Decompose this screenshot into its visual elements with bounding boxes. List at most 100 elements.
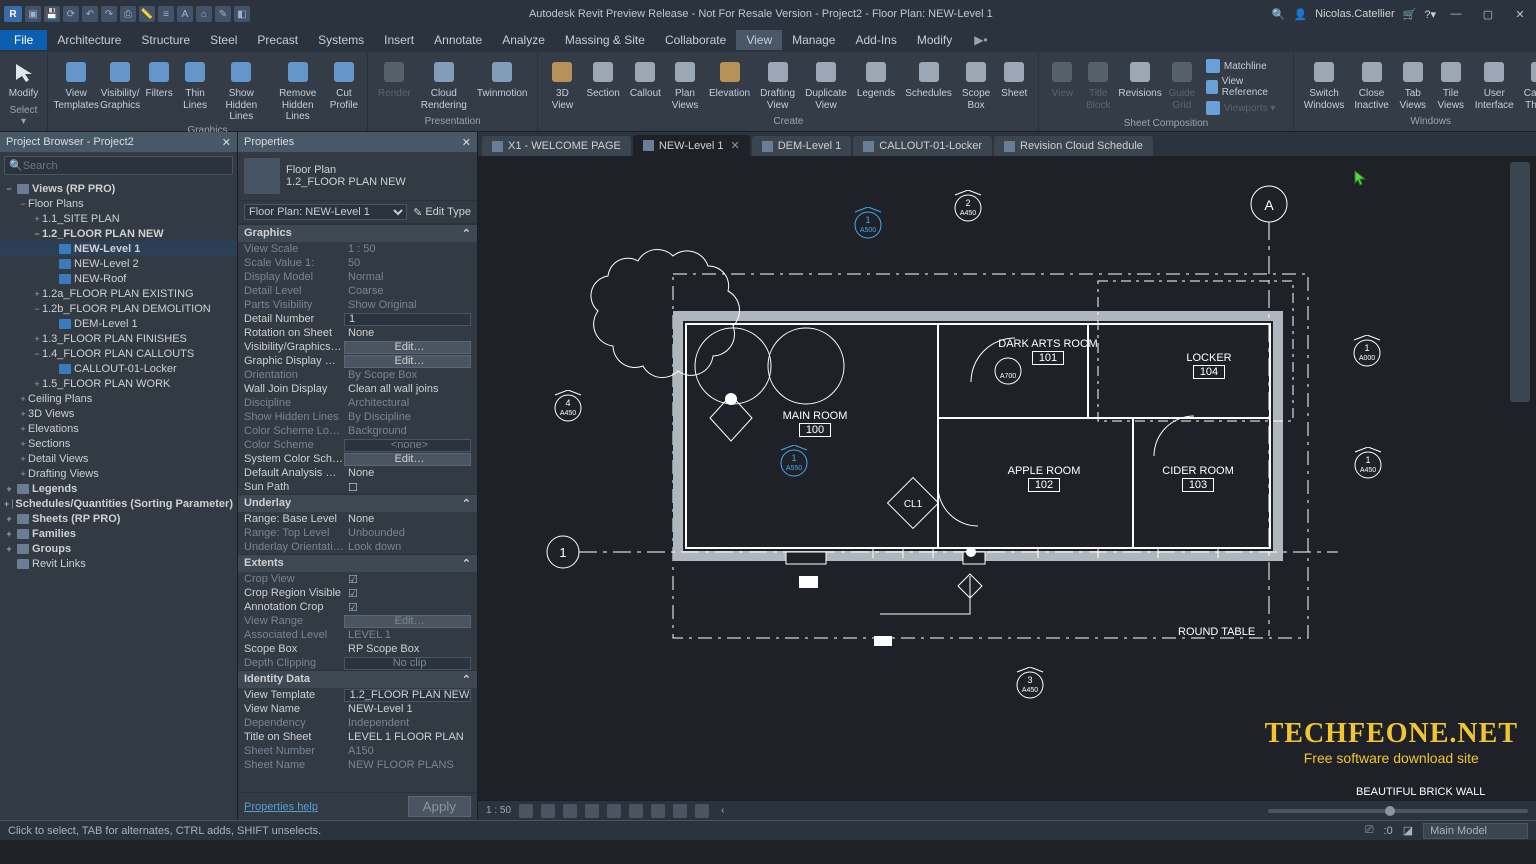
section-head[interactable]: 1A450	[1350, 447, 1386, 483]
property-row[interactable]: Title on SheetLEVEL 1 FLOOR PLAN	[238, 730, 477, 744]
legends-button[interactable]: Legends	[853, 56, 899, 102]
doc-tab[interactable]: NEW-Level 1✕	[633, 135, 750, 156]
visibility-button[interactable]: Visibility/Graphics	[100, 56, 140, 113]
d-button[interactable]: 3DView	[544, 56, 580, 113]
scope-button[interactable]: ScopeBox	[958, 56, 994, 113]
tree-item[interactable]: NEW-Level 2	[0, 256, 237, 271]
property-row[interactable]: DependencyIndependent	[238, 716, 477, 730]
property-row[interactable]: DisciplineArchitectural	[238, 396, 477, 410]
tab-collaborate[interactable]: Collaborate	[655, 30, 736, 50]
revisions-button[interactable]: Revisions	[1117, 56, 1163, 102]
close-button[interactable]: ✕	[1508, 4, 1532, 24]
property-row[interactable]: View Template1.2_FLOOR PLAN NEW	[238, 688, 477, 702]
qat-undo-icon[interactable]: ↶	[82, 6, 98, 22]
search-icon[interactable]: 🔍	[1272, 8, 1286, 21]
prop-section-header[interactable]: Underlay⌃	[238, 494, 477, 512]
search-input[interactable]	[23, 160, 228, 172]
tree-item[interactable]: +Sections	[0, 436, 237, 451]
property-row[interactable]: System Color SchemesEdit…	[238, 452, 477, 466]
help-icon[interactable]: ?▾	[1424, 8, 1436, 21]
crop-visible-icon[interactable]	[629, 804, 643, 818]
user-name[interactable]: Nicolas.Catellier	[1315, 8, 1394, 20]
reveal-icon[interactable]	[695, 804, 709, 818]
instance-select[interactable]: Floor Plan: NEW-Level 1	[244, 204, 407, 220]
section-head[interactable]: 2A450	[950, 190, 986, 226]
tree-item[interactable]: DEM-Level 1	[0, 316, 237, 331]
view-scale[interactable]: 1 : 50	[486, 805, 511, 816]
drawing-canvas[interactable]: 1 A CL1	[478, 156, 1536, 800]
close-icon[interactable]: ✕	[222, 136, 231, 149]
qat-home-icon[interactable]: ⌂	[196, 6, 212, 22]
cart-icon[interactable]: 🛒	[1403, 8, 1417, 21]
plan-button[interactable]: PlanViews	[667, 56, 703, 113]
edit-type-button[interactable]: ✎Edit Type	[413, 206, 471, 219]
tab-analyze[interactable]: Analyze	[492, 30, 555, 50]
user-icon[interactable]: 👤	[1293, 8, 1307, 21]
matchline-button[interactable]: Matchline	[1203, 58, 1285, 74]
property-row[interactable]: Parts VisibilityShow Original	[238, 298, 477, 312]
tab-systems[interactable]: Systems	[308, 30, 374, 50]
property-row[interactable]: Scale Value 1:50	[238, 256, 477, 270]
tab-insert[interactable]: Insert	[374, 30, 424, 50]
qat-save-icon[interactable]: 💾	[44, 6, 60, 22]
qat-text-icon[interactable]: A	[177, 6, 193, 22]
close-icon[interactable]: ✕	[462, 136, 471, 149]
thin-button[interactable]: ThinLines	[178, 56, 212, 113]
tab-architecture[interactable]: Architecture	[47, 30, 131, 50]
qat-measure-icon[interactable]: 📏	[139, 6, 155, 22]
minimize-button[interactable]: —	[1444, 4, 1468, 24]
show-button[interactable]: ShowHidden Lines	[214, 56, 268, 125]
file-tab[interactable]: File	[0, 30, 47, 50]
property-row[interactable]: View NameNEW-Level 1	[238, 702, 477, 716]
property-row[interactable]: Sheet NumberA150	[238, 744, 477, 758]
tree-item[interactable]: −1.2b_FLOOR PLAN DEMOLITION	[0, 301, 237, 316]
property-row[interactable]: Graphic Display OptionsEdit…	[238, 354, 477, 368]
property-row[interactable]: Scope BoxRP Scope Box	[238, 642, 477, 656]
close-icon[interactable]: ✕	[730, 139, 739, 152]
property-row[interactable]: Annotation Crop	[238, 600, 477, 614]
worksets-icon[interactable]: ⎚	[1365, 824, 1374, 837]
properties-body[interactable]: Graphics⌃View Scale1 : 50Scale Value 1:5…	[238, 224, 477, 792]
detail-level-icon[interactable]	[519, 804, 533, 818]
shadows-icon[interactable]	[585, 804, 599, 818]
section-head[interactable]: A700	[990, 353, 1026, 389]
close-button[interactable]: CloseInactive	[1350, 56, 1392, 113]
property-row[interactable]: OrientationBy Scope Box	[238, 368, 477, 382]
doc-tab[interactable]: DEM-Level 1	[752, 136, 852, 156]
editable-only-icon[interactable]: ◪	[1403, 824, 1413, 837]
tree-item[interactable]: +Drafting Views	[0, 466, 237, 481]
viewreference-button[interactable]: View Reference	[1203, 75, 1285, 99]
tree-item[interactable]: CALLOUT-01-Locker	[0, 361, 237, 376]
project-browser-header[interactable]: Project Browser - Project2✕	[0, 132, 237, 152]
qat-keynote-icon[interactable]: ✎	[215, 6, 231, 22]
schedules-button[interactable]: Schedules	[901, 56, 956, 102]
design-options-icon[interactable]: :0	[1384, 825, 1393, 837]
qat-open-icon[interactable]: ▣	[25, 6, 41, 22]
tree-item[interactable]: −Views (RP PRO)	[0, 181, 237, 196]
maximize-button[interactable]: ▢	[1476, 4, 1500, 24]
property-row[interactable]: Crop Region Visible	[238, 586, 477, 600]
property-row[interactable]: Default Analysis Displa…None	[238, 466, 477, 480]
property-row[interactable]: Visibility/Graphics Ove…Edit…	[238, 340, 477, 354]
property-row[interactable]: Detail LevelCoarse	[238, 284, 477, 298]
tree-item[interactable]: +Elevations	[0, 421, 237, 436]
cut-button[interactable]: CutProfile	[327, 56, 361, 113]
section-head[interactable]: 1A500	[850, 207, 886, 243]
tab-precast[interactable]: Precast	[247, 30, 308, 50]
property-row[interactable]: Sun Path☐	[238, 480, 477, 494]
doc-tab[interactable]: CALLOUT-01-Locker	[853, 136, 992, 156]
tree-item[interactable]: +1.1_SITE PLAN	[0, 211, 237, 226]
view-button[interactable]: ViewTemplates	[54, 56, 98, 113]
navigation-bar[interactable]	[1510, 162, 1530, 402]
modify-button[interactable]: Modify	[6, 56, 41, 102]
qat-3d-icon[interactable]: ◧	[234, 6, 250, 22]
tree-item[interactable]: +3D Views	[0, 406, 237, 421]
properties-help-link[interactable]: Properties help	[244, 801, 318, 813]
lock-icon[interactable]	[651, 804, 665, 818]
tab-steel[interactable]: Steel	[200, 30, 247, 50]
tree-item[interactable]: +Schedules/Quantities (Sorting Parameter…	[0, 496, 237, 511]
property-row[interactable]: Sheet NameNEW FLOOR PLANS	[238, 758, 477, 772]
view-control-bar[interactable]: 1 : 50 ‹	[478, 800, 1536, 820]
section-head[interactable]: 4A450	[550, 390, 586, 426]
doc-tab[interactable]: Revision Cloud Schedule	[994, 136, 1153, 156]
